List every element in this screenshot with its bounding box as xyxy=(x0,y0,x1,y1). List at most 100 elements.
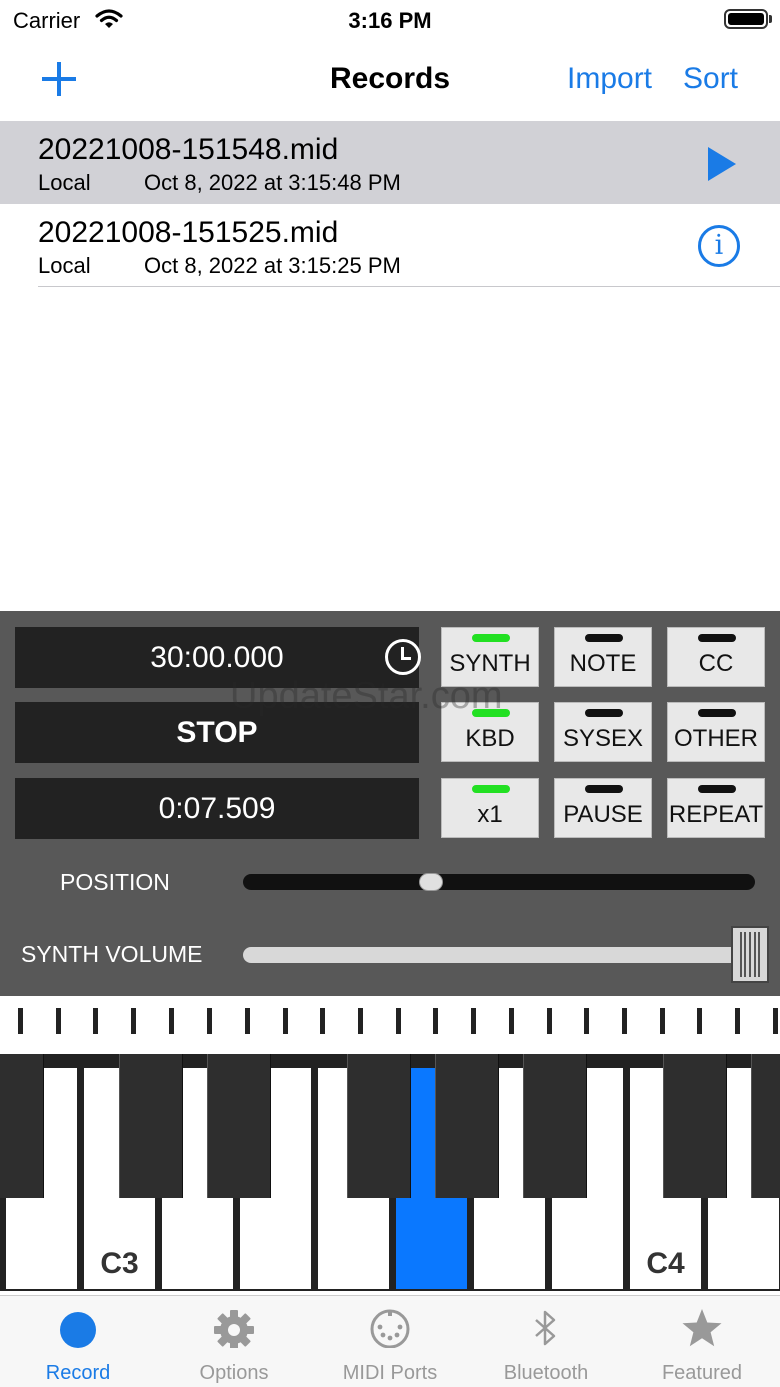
led-indicator xyxy=(698,785,736,793)
tab-record[interactable]: Record xyxy=(0,1296,156,1387)
duration-value: 30:00.000 xyxy=(150,641,284,674)
black-key[interactable] xyxy=(435,1054,499,1198)
tab-label: Record xyxy=(45,1362,111,1384)
battery-icon xyxy=(724,9,768,29)
keyboard-tick xyxy=(660,1008,665,1034)
led-indicator xyxy=(585,785,623,793)
keyboard-tick xyxy=(169,1008,174,1034)
battery-tip xyxy=(769,15,772,23)
sort-button[interactable]: Sort xyxy=(683,62,738,96)
keyboard-tick xyxy=(320,1008,325,1034)
black-key[interactable] xyxy=(523,1054,587,1198)
navigation-bar: Records Import Sort xyxy=(0,40,780,120)
keyboard-tick xyxy=(283,1008,288,1034)
tab-midi-ports[interactable]: MIDI Ports xyxy=(312,1296,468,1387)
toggle-sysex[interactable]: SYSEX xyxy=(554,702,652,762)
record-row[interactable]: 20221008-151548.mid Local Oct 8, 2022 at… xyxy=(0,121,780,204)
black-key[interactable] xyxy=(663,1054,727,1198)
record-name: 20221008-151548.mid xyxy=(38,133,339,166)
tab-label: Featured xyxy=(661,1362,743,1384)
record-location: Local xyxy=(38,170,91,195)
position-slider[interactable] xyxy=(243,873,755,891)
black-key[interactable] xyxy=(119,1054,183,1198)
row-divider xyxy=(38,286,780,287)
keyboard-tick xyxy=(18,1008,23,1034)
tab-bluetooth[interactable]: Bluetooth xyxy=(468,1296,624,1387)
record-date: Oct 8, 2022 at 3:15:48 PM xyxy=(144,170,401,195)
keyboard-tick xyxy=(93,1008,98,1034)
record-name: 20221008-151525.mid xyxy=(38,216,339,249)
piano-keyboard: C3 C4 xyxy=(0,996,780,1295)
toggle-other[interactable]: OTHER xyxy=(667,702,765,762)
black-key[interactable] xyxy=(0,1054,44,1198)
keyboard-tick xyxy=(697,1008,702,1034)
keyboard-tick xyxy=(245,1008,250,1034)
octave-label: C4 xyxy=(646,1247,685,1280)
toggle-label: NOTE xyxy=(569,650,637,677)
keyboard-tick xyxy=(773,1008,778,1034)
black-key[interactable] xyxy=(207,1054,271,1198)
toggle-label: OTHER xyxy=(674,725,758,752)
keyboard-tick xyxy=(433,1008,438,1034)
synth-volume-slider[interactable] xyxy=(243,947,755,963)
midi-port-icon xyxy=(370,1309,410,1348)
keyboard-tick xyxy=(509,1008,514,1034)
toggle-label: PAUSE xyxy=(563,801,643,828)
led-indicator xyxy=(585,634,623,642)
tab-label: MIDI Ports xyxy=(342,1362,438,1384)
toggle-pause[interactable]: PAUSE xyxy=(554,778,652,838)
led-indicator xyxy=(472,785,510,793)
info-icon[interactable]: i xyxy=(698,225,740,267)
keyboard-tick xyxy=(471,1008,476,1034)
record-dot-icon xyxy=(60,1312,96,1348)
led-indicator xyxy=(472,709,510,717)
clock-icon[interactable] xyxy=(385,639,421,675)
led-indicator xyxy=(585,709,623,717)
keyboard-tick xyxy=(547,1008,552,1034)
toggle-label: REPEAT xyxy=(668,801,764,828)
play-icon[interactable] xyxy=(708,147,736,181)
black-key[interactable] xyxy=(751,1054,780,1198)
keyboard-tick xyxy=(358,1008,363,1034)
tab-options[interactable]: Options xyxy=(156,1296,312,1387)
control-panel: 30:00.000 STOP 0:07.509 SYNTH NOTE CC KB… xyxy=(0,611,780,996)
keyboard-tick xyxy=(584,1008,589,1034)
keyboard-tick xyxy=(131,1008,136,1034)
synth-volume-thumb[interactable] xyxy=(731,926,769,983)
position-slider-thumb[interactable] xyxy=(419,873,443,891)
keyboard-tick xyxy=(207,1008,212,1034)
synth-volume-label: SYNTH VOLUME xyxy=(21,941,203,967)
toggle-repeat[interactable]: REPEAT xyxy=(667,778,765,838)
tab-label: Bluetooth xyxy=(503,1362,589,1384)
stop-button[interactable]: STOP xyxy=(15,702,419,763)
toggle-label: CC xyxy=(698,650,734,677)
toggle-label: SYNTH xyxy=(449,650,531,677)
elapsed-time-display: 0:07.509 xyxy=(15,778,419,839)
toggle-synth[interactable]: SYNTH xyxy=(441,627,539,687)
page-title: Records xyxy=(329,62,451,95)
toggle-note[interactable]: NOTE xyxy=(554,627,652,687)
octave-label: C3 xyxy=(100,1247,139,1280)
record-row[interactable]: 20221008-151525.mid Local Oct 8, 2022 at… xyxy=(0,204,780,287)
keyboard-tick xyxy=(735,1008,740,1034)
led-indicator xyxy=(472,634,510,642)
tab-label: Options xyxy=(199,1362,269,1384)
toggle-kbd[interactable]: KBD xyxy=(441,702,539,762)
led-indicator xyxy=(698,634,736,642)
keyboard-tick xyxy=(622,1008,627,1034)
toggle-cc[interactable]: CC xyxy=(667,627,765,687)
toggle-label: KBD xyxy=(465,725,515,752)
keyboard-tick xyxy=(396,1008,401,1034)
black-key[interactable] xyxy=(347,1054,411,1198)
toggle-speed[interactable]: x1 xyxy=(441,778,539,838)
led-indicator xyxy=(698,709,736,717)
record-date: Oct 8, 2022 at 3:15:25 PM xyxy=(144,253,401,278)
toggle-label: x1 xyxy=(477,801,503,828)
tab-featured[interactable]: Featured xyxy=(624,1296,780,1387)
keyboard-tick xyxy=(56,1008,61,1034)
gear-icon xyxy=(214,1310,254,1348)
tab-bar: Record Options MIDI Ports Bluetooth Feat… xyxy=(0,1295,780,1387)
star-icon xyxy=(682,1309,722,1347)
duration-display[interactable]: 30:00.000 xyxy=(15,627,421,688)
import-button[interactable]: Import xyxy=(567,62,652,96)
